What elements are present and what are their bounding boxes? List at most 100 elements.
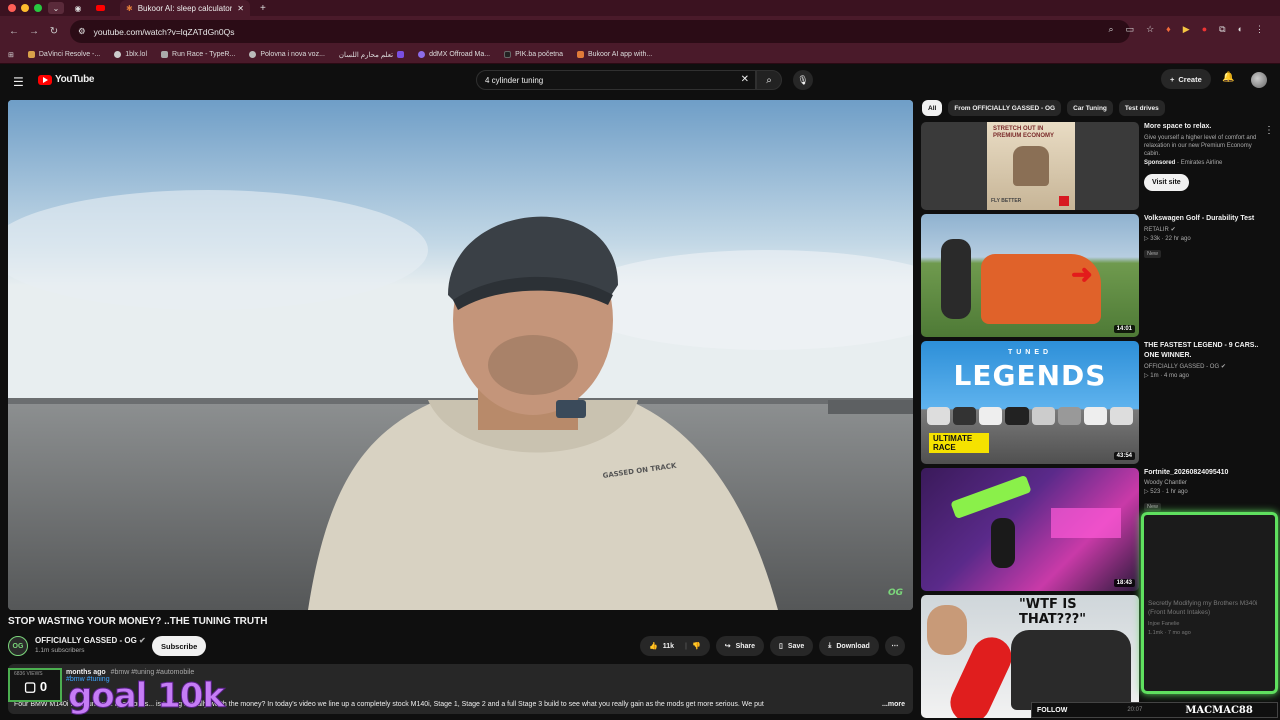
video-thumbnail[interactable]: ➜ 14:01 xyxy=(921,214,1139,337)
cam-channel: Injoe Fanelie xyxy=(1148,621,1180,627)
follow-label: FOLLOW xyxy=(1037,706,1068,714)
video-thumbnail[interactable]: "WTF IS THAT???" xyxy=(921,595,1139,718)
thumbnail-title: "WTF IS THAT???" xyxy=(1019,597,1087,627)
recommendation-meta: ▷ 1m · 4 mo ago xyxy=(1144,373,1189,379)
description-meta: months ago xyxy=(66,669,106,676)
sponsored-ad[interactable]: STRETCH OUT IN PREMIUM ECONOMY FLY BETTE… xyxy=(921,122,1276,210)
microphone-icon: 🎙 xyxy=(797,74,809,85)
search-button[interactable]: ⌕ xyxy=(756,70,782,90)
ad-more-icon[interactable]: ⋮ xyxy=(1264,125,1274,136)
close-window-button[interactable] xyxy=(8,4,16,12)
ad-thumbnail[interactable]: STRETCH OUT IN PREMIUM ECONOMY FLY BETTE… xyxy=(921,122,1139,210)
subscribe-button[interactable]: Subscribe xyxy=(152,636,207,656)
url-text: youtube.com/watch?v=lqZATdGn0Qs xyxy=(93,26,235,37)
pinned-tab-1[interactable]: ◉ xyxy=(70,2,86,14)
youtube-play-icon xyxy=(38,74,52,85)
account-avatar[interactable] xyxy=(1251,72,1267,88)
cast-icon[interactable]: ▭ xyxy=(1126,24,1135,35)
bookmark-favicon-icon xyxy=(576,51,584,58)
show-more-link[interactable]: ...more xyxy=(882,701,905,708)
bookmark-item[interactable]: Polovna i nova voz... xyxy=(249,51,325,58)
url-field[interactable]: ⚙ youtube.com/watch?v=lqZATdGn0Qs xyxy=(70,20,1130,43)
tab-title: Bukoor AI: sleep calculator ap xyxy=(137,3,233,13)
active-tab[interactable]: ✱ Bukoor AI: sleep calculator ap ✕ xyxy=(120,0,250,16)
search-input[interactable]: 4 cylinder tuning ✕ xyxy=(476,70,756,90)
verified-icon: ✔ xyxy=(1170,227,1176,233)
bookmark-item[interactable]: PIK.ba početna xyxy=(504,51,563,58)
pinned-tab-youtube[interactable] xyxy=(92,2,108,14)
profile-icon[interactable]: ◐ xyxy=(1238,24,1243,35)
share-button[interactable]: ↪ Share xyxy=(715,636,765,656)
tab-search-button[interactable]: ⌄ xyxy=(48,2,64,14)
video-thumbnail[interactable]: TUNED LEGENDS ULTIMATE RACE 43:54 xyxy=(921,341,1139,464)
stream-follow-bar: FOLLOW 20:07 MACMAC88 xyxy=(1031,702,1278,718)
bookmark-favicon-icon xyxy=(161,51,169,58)
site-info-icon[interactable]: ⚙ xyxy=(78,26,86,37)
bookmark-item[interactable]: Bukoor AI app with... xyxy=(576,51,652,58)
save-button[interactable]: ▯ Save xyxy=(770,636,814,656)
verified-icon: ✔ xyxy=(1220,364,1226,370)
video-thumbnail[interactable]: 18:43 xyxy=(921,468,1139,591)
bookmark-favicon-icon xyxy=(418,51,426,58)
share-icon: ↪ xyxy=(724,643,731,650)
recommendation-item[interactable]: ➜ 14:01 Volkswagen Golf - Durability Tes… xyxy=(921,214,1276,337)
bookmark-item[interactable]: DaVinci Resolve -... xyxy=(27,51,100,58)
extension-icon-3[interactable]: ● xyxy=(1202,24,1207,35)
more-actions-button[interactable]: ⋯ xyxy=(884,636,905,656)
bookmark-item[interactable]: Run Race - TypeR... xyxy=(161,51,235,58)
reload-button[interactable]: ↻ xyxy=(44,26,64,37)
youtube-logo[interactable]: YouTube xyxy=(38,74,95,85)
bookmark-item[interactable]: تعلم محارم اللسان xyxy=(339,51,405,59)
chip-all[interactable]: All xyxy=(922,100,943,116)
thumbs-down-icon[interactable]: 👎 xyxy=(692,642,701,650)
bookmark-favicon-icon xyxy=(504,51,512,58)
channel-watermark: OG xyxy=(888,588,903,598)
related-filter-chips: All From OFFICIALLY GASSED - OG Car Tuni… xyxy=(922,100,1165,116)
new-tab-button[interactable]: + xyxy=(260,3,266,14)
maximize-window-button[interactable] xyxy=(34,4,42,12)
browser-menu-icon[interactable]: ⋮ xyxy=(1255,24,1264,35)
goal-overlay: goal 10k xyxy=(67,676,225,717)
download-icon: ⤓ xyxy=(828,642,832,649)
create-button[interactable]: + Create xyxy=(1161,69,1211,89)
bookmark-star-icon[interactable]: ☆ xyxy=(1146,24,1154,35)
chip-test-drives[interactable]: Test drives xyxy=(1118,100,1165,116)
chip-from-channel[interactable]: From OFFICIALLY GASSED - OG xyxy=(948,100,1062,116)
notifications-bell-icon[interactable]: 🔔 xyxy=(1222,72,1234,83)
extension-icon-1[interactable]: ♦ xyxy=(1166,24,1171,35)
streamer-name: MACMAC88 xyxy=(1185,704,1253,716)
counter-value: ▢ 0 xyxy=(24,679,48,694)
video-duration: 43:54 xyxy=(1113,452,1135,460)
cam-meta: 1.1mk · 7 mo ago xyxy=(1148,630,1191,636)
back-button[interactable]: ← xyxy=(4,26,24,37)
channel-avatar[interactable]: OG xyxy=(8,636,28,656)
minimize-window-button[interactable] xyxy=(21,4,29,12)
video-actions: 👍 11k | 👎 ↪ Share ▯ Save ⤓ Download ⋯ xyxy=(640,636,905,656)
forward-button[interactable]: → xyxy=(24,26,44,37)
views-icon: ▷ xyxy=(1144,236,1149,242)
recommendation-item[interactable]: TUNED LEGENDS ULTIMATE RACE 43:54 THE FA… xyxy=(921,341,1276,464)
extension-icon-2[interactable]: ▶ xyxy=(1183,24,1190,35)
thumbnail-glow xyxy=(1051,508,1121,538)
download-button[interactable]: ⤓ Download xyxy=(819,636,879,656)
ad-image: STRETCH OUT IN PREMIUM ECONOMY FLY BETTE… xyxy=(987,122,1075,210)
bookmark-favicon-icon xyxy=(397,51,405,58)
video-player[interactable]: GASSED ON TRACK OG xyxy=(8,100,913,610)
tab-close-icon[interactable]: ✕ xyxy=(237,4,244,13)
views-icon: ▷ xyxy=(1144,489,1149,495)
search-icon: ⌕ xyxy=(766,74,772,86)
clear-search-icon[interactable]: ✕ xyxy=(741,74,749,85)
zoom-icon[interactable]: ⌕ xyxy=(1109,24,1114,35)
chip-car-tuning[interactable]: Car Tuning xyxy=(1067,100,1113,116)
channel-name[interactable]: OFFICIALLY GASSED - OG ✔ xyxy=(35,636,146,645)
visit-site-button[interactable]: Visit site xyxy=(1144,174,1189,191)
thumbnail-person xyxy=(941,239,971,319)
voice-search-button[interactable]: 🎙 xyxy=(793,70,813,90)
menu-icon[interactable]: ☰ xyxy=(13,75,24,89)
emirates-logo-icon xyxy=(1059,196,1069,206)
extensions-puzzle-icon[interactable]: ⧉ xyxy=(1219,24,1225,35)
bookmark-item[interactable]: ddMX Offroad Ma... xyxy=(418,51,490,58)
apps-grid-icon[interactable]: ⊞ xyxy=(8,51,14,59)
like-button[interactable]: 👍 11k | 👎 xyxy=(640,636,710,656)
bookmark-item[interactable]: 1blx.lol xyxy=(114,51,147,58)
